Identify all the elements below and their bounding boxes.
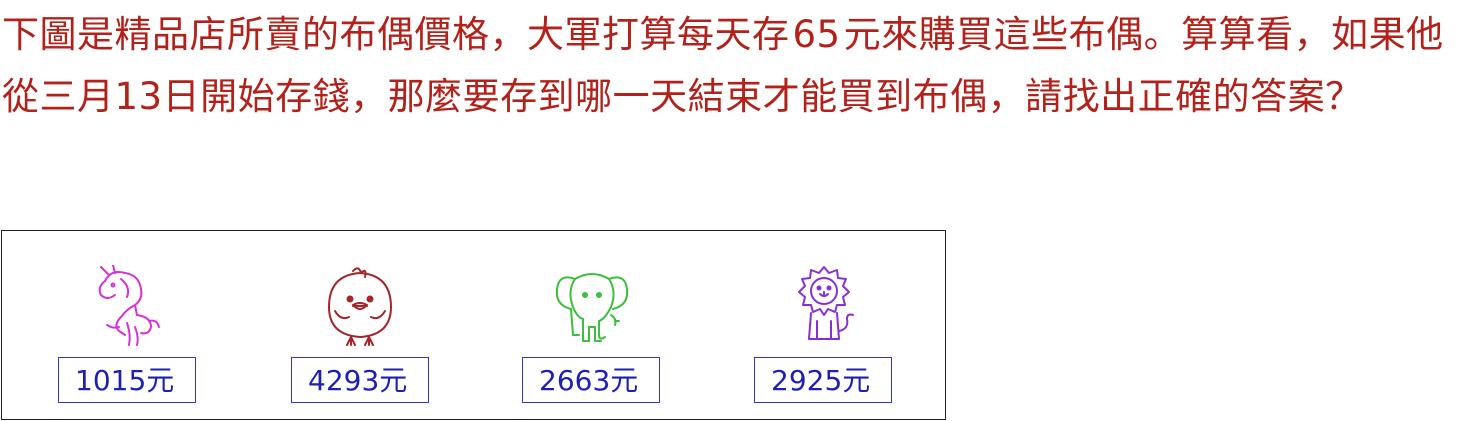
start-day: 13 bbox=[114, 75, 163, 118]
price-tag: 4293元 bbox=[291, 357, 429, 403]
doll-item-elephant: 2663元 bbox=[482, 231, 702, 419]
price-tag: 1015元 bbox=[58, 357, 196, 403]
daily-amount: 65 bbox=[792, 13, 841, 56]
unicorn-icon bbox=[98, 265, 160, 346]
question-text: 下圖是精品店所賣的布偶價格，大軍打算每天存65元來購買這些布偶。算算看，如果他從… bbox=[2, 4, 1467, 128]
chick-icon bbox=[328, 267, 392, 346]
question-part1: 下圖是精品店所賣的布偶價格，大軍打算每天存 bbox=[2, 13, 790, 56]
elephant-icon bbox=[555, 273, 629, 342]
doll-item-lion: 2925元 bbox=[714, 231, 934, 419]
doll-item-unicorn: 1015元 bbox=[17, 231, 237, 419]
price-tag: 2925元 bbox=[754, 357, 892, 403]
doll-price-panel: 1015元 4293元 2663元 2925元 bbox=[1, 230, 946, 420]
lion-icon bbox=[798, 266, 854, 340]
doll-item-chick: 4293元 bbox=[250, 231, 470, 419]
question-part3: 日開始存錢，那麼要存到哪一天結束才能買到布偶，請找出正確的答案？ bbox=[162, 75, 1363, 118]
price-tag: 2663元 bbox=[522, 357, 660, 403]
